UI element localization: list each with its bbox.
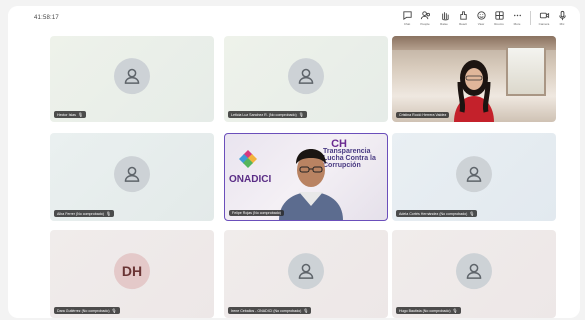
participant-name-tag: Irene Ceballos - ONADICI (No comprobado)…: [228, 307, 312, 314]
meeting-toolbar: Chat People Raise React View Rooms More …: [399, 10, 570, 30]
participant-name-tag: Cristina Roció Herrera Valdez: [396, 112, 450, 118]
avatar: [456, 253, 492, 290]
people-button[interactable]: People: [417, 10, 433, 26]
more-icon: [513, 14, 521, 17]
camera-button[interactable]: Camera: [536, 10, 552, 26]
participant-name: Irene Ceballos - ONADICI (No comprobado): [231, 308, 302, 313]
video-background-window: [506, 46, 546, 96]
avatar: [288, 253, 324, 290]
people-icon: [420, 11, 430, 20]
participant-name-tag: Adela Cortés Hernández (No comprobado) 🎙: [396, 210, 478, 217]
mic-off-icon: 🎙: [452, 308, 458, 313]
mic-button[interactable]: Mic: [554, 10, 570, 26]
mic-off-icon: 🎙: [105, 211, 112, 216]
react-icon: [459, 11, 467, 20]
raise-hand-icon: [441, 12, 449, 21]
participant-tile[interactable]: Leticia Luz Sanchez R. (No comprobado) 🎙: [224, 36, 388, 122]
participant-name-tag: Dara Gutiérrez (No comprobado) 🎙: [54, 307, 120, 314]
avatar: [456, 156, 492, 193]
participant-grid: Hector Islas 🎙 Leticia Luz Sanchez R. (N…: [50, 36, 562, 318]
meeting-top-bar: 41:58:17 Chat People Raise React View Ro…: [8, 6, 580, 32]
mic-button-label: Mic: [559, 22, 565, 26]
participant-name-tag: Leticia Luz Sanchez R. (No comprobado) 🎙: [228, 111, 307, 118]
participant-video-person: [454, 60, 494, 122]
view-icon: [476, 11, 486, 20]
participant-name: Hector Islas: [57, 112, 76, 117]
participant-tile[interactable]: DH Dara Gutiérrez (No comprobado) 🎙: [50, 230, 214, 318]
rooms-button-label: Rooms: [494, 22, 504, 26]
view-button-label: View: [477, 22, 485, 26]
raise-hand-button-label: Raise: [440, 22, 448, 26]
raise-hand-button[interactable]: Raise: [435, 10, 453, 26]
rooms-icon: [494, 11, 504, 20]
react-button-label: React: [459, 22, 467, 26]
participant-tile[interactable]: Hugo Bautista (No comprobado) 🎙: [392, 230, 556, 318]
avatar-initials: DH: [114, 253, 150, 290]
toolbar-divider: [530, 11, 531, 25]
react-button[interactable]: React: [455, 10, 471, 26]
chat-button-label: Chat: [403, 22, 411, 26]
meeting-window: 41:58:17 Chat People Raise React View Ro…: [8, 6, 580, 318]
mic-off-icon: 🎙: [111, 308, 117, 313]
participant-name: Alba Ferrer (No comprobado): [57, 211, 104, 216]
rooms-button[interactable]: Rooms: [491, 10, 507, 26]
more-button-label: More: [513, 22, 521, 26]
mic-off-icon: 🎙: [303, 308, 309, 313]
participant-name: Cristina Roció Herrera Valdez: [399, 113, 447, 117]
mic-off-icon: 🎙: [77, 112, 84, 117]
participant-name: Felipe Rojas (No comprobado): [232, 211, 281, 215]
participant-tile[interactable]: Hector Islas 🎙: [50, 36, 214, 122]
participant-name: Adela Cortés Hernández (No comprobado): [399, 211, 468, 216]
view-button[interactable]: View: [473, 10, 489, 26]
people-button-label: People: [420, 22, 430, 26]
participant-name: Hugo Bautista (No comprobado): [399, 308, 451, 313]
participant-tile[interactable]: Alba Ferrer (No comprobado) 🎙: [50, 133, 214, 221]
onadici-logo-icon: [239, 150, 257, 168]
participant-video-person: [279, 149, 343, 220]
person-placeholder-icon: [124, 166, 140, 182]
banner-logo-text: ONADICI: [229, 174, 272, 185]
more-button[interactable]: More: [509, 10, 525, 26]
mic-off-icon: 🎙: [469, 211, 475, 216]
camera-icon: [539, 12, 549, 19]
chat-icon: [402, 11, 412, 21]
participant-name: Leticia Luz Sanchez R. (No comprobado): [231, 112, 297, 117]
avatar: [114, 156, 150, 193]
participant-video-tile[interactable]: Cristina Roció Herrera Valdez: [392, 36, 556, 122]
camera-button-label: Camera: [538, 22, 550, 26]
participant-name: Dara Gutiérrez (No comprobado): [57, 308, 110, 313]
chat-button[interactable]: Chat: [399, 10, 415, 26]
person-placeholder-icon: [466, 166, 482, 182]
mic-icon: [558, 10, 566, 21]
person-placeholder-icon: [298, 68, 314, 84]
person-placeholder-icon: [298, 263, 314, 279]
person-placeholder-icon: [124, 68, 140, 84]
participant-tile[interactable]: Irene Ceballos - ONADICI (No comprobado)…: [224, 230, 388, 318]
mic-off-icon: 🎙: [298, 112, 304, 117]
participant-name-tag: Hugo Bautista (No comprobado) 🎙: [396, 307, 461, 314]
active-speaker-video-tile[interactable]: CH Transparencia Lucha Contra la Corrupc…: [224, 133, 388, 221]
avatar: [288, 58, 324, 95]
participant-name-tag: Felipe Rojas (No comprobado): [229, 210, 284, 216]
participant-name-tag: Alba Ferrer (No comprobado) 🎙: [54, 210, 115, 217]
person-placeholder-icon: [466, 263, 482, 279]
participant-tile[interactable]: Adela Cortés Hernández (No comprobado) 🎙: [392, 133, 556, 221]
avatar: [114, 58, 150, 95]
meeting-timer: 41:58:17: [34, 15, 59, 21]
participant-name-tag: Hector Islas 🎙: [54, 111, 87, 118]
